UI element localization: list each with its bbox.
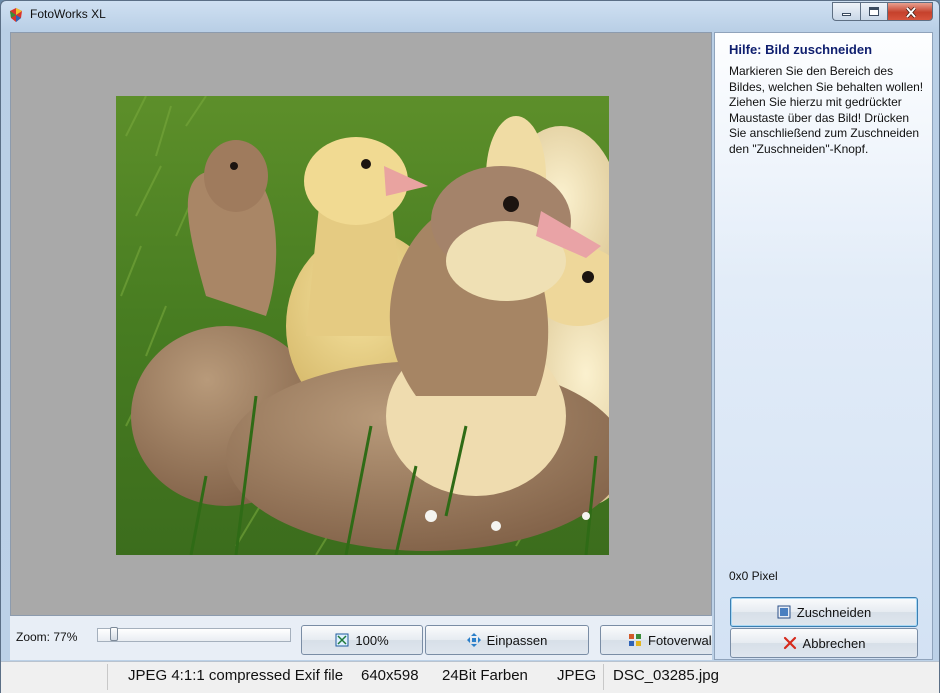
close-icon (905, 7, 917, 18)
photo-manager-label: Fotoverwal (648, 632, 712, 648)
status-bar: JPEG 4:1:1 compressed Exif file 640x598 … (1, 661, 939, 693)
minimize-button[interactable] (832, 2, 860, 21)
zoom-100-label: 100% (355, 632, 389, 648)
crop-label: Zuschneiden (796, 604, 872, 620)
status-format: JPEG 4:1:1 compressed Exif file (128, 667, 344, 684)
bottom-toolbar: Zoom: 77% 100% Einpassen Fotoverwal (10, 616, 712, 660)
help-panel: Hilfe: Bild zuschneiden Markieren Sie de… (714, 32, 933, 660)
status-dimensions: 640x598 (361, 667, 419, 684)
maximize-button[interactable] (860, 2, 887, 21)
selection-size: 0x0 Pixel (729, 569, 778, 583)
minimize-icon (842, 13, 851, 16)
zoom-label: Zoom: 77% (16, 630, 78, 644)
cancel-x-icon (783, 636, 796, 650)
fit-button[interactable]: Einpassen (425, 625, 589, 655)
status-file-type: JPEG (557, 667, 597, 684)
status-separator (107, 664, 108, 690)
crop-icon (777, 605, 791, 619)
duckling-photo-image (116, 96, 609, 555)
zoom-100-button[interactable]: 100% (301, 625, 423, 655)
status-separator (603, 664, 604, 690)
status-color-depth: 24Bit Farben (442, 667, 528, 684)
status-filename: DSC_03285.jpg (613, 667, 719, 684)
grid-icon (629, 634, 641, 646)
app-window: FotoWorks XL Zoom: 77% 100% Einpassen Fo… (0, 0, 940, 693)
cancel-button[interactable]: Abbrechen (730, 628, 918, 658)
title-bar[interactable]: FotoWorks XL (1, 1, 939, 29)
zoom-slider-thumb[interactable] (110, 627, 119, 641)
photo-ducklings[interactable] (116, 96, 609, 555)
image-canvas[interactable] (10, 32, 712, 616)
help-title: Hilfe: Bild zuschneiden (729, 42, 873, 57)
maximize-icon (869, 7, 879, 16)
photo-manager-button[interactable]: Fotoverwal (600, 625, 712, 655)
app-logo-icon (10, 8, 22, 22)
zoom-slider[interactable] (97, 628, 291, 642)
actual-size-icon (335, 633, 349, 647)
close-button[interactable] (887, 2, 933, 21)
fit-arrows-icon (466, 633, 481, 647)
fit-label: Einpassen (486, 632, 548, 648)
help-text: Markieren Sie den Bereich des Bildes, we… (729, 64, 924, 156)
window-title: FotoWorks XL (30, 7, 106, 21)
cancel-label: Abbrechen (802, 635, 866, 651)
crop-button[interactable]: Zuschneiden (730, 597, 918, 627)
